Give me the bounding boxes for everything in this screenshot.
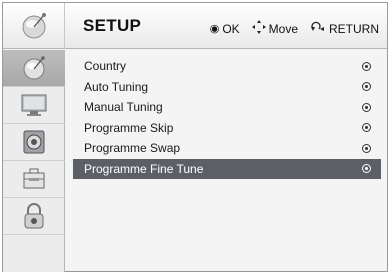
hint-return: RETURN [310, 21, 379, 36]
menu-item-auto-tuning[interactable]: Auto Tuning [73, 77, 381, 98]
satellite-dish-icon [22, 13, 46, 39]
menu-item-programme-skip[interactable]: Programme Skip [73, 118, 381, 139]
hint-return-label: RETURN [329, 21, 379, 36]
menu-item-label: Auto Tuning [84, 79, 149, 94]
hint-move-label: Move [268, 21, 298, 36]
menu-item-country[interactable]: Country [73, 56, 381, 77]
sidebar-item-lock[interactable] [3, 198, 65, 235]
sidebar-item-setup[interactable] [3, 50, 65, 87]
move-arrows-icon [251, 20, 266, 37]
hint-move: Move [251, 20, 298, 37]
lock-icon [24, 203, 44, 229]
tv-monitor-icon [21, 94, 47, 116]
menu-item-programme-swap[interactable]: Programme Swap [73, 138, 381, 159]
enter-marker-icon [362, 102, 371, 112]
ok-button-icon: ◉ [209, 23, 220, 35]
sidebar-item-time[interactable] [3, 161, 65, 198]
satellite-dish-icon [23, 56, 45, 80]
menu-item-label: Programme Swap [84, 141, 181, 156]
enter-marker-icon [362, 61, 371, 71]
setup-window: SETUP ◉ OK Move RETURN Country Auto Tuni… [2, 2, 388, 272]
key-hints: ◉ OK Move RETURN [198, 20, 379, 37]
enter-marker-icon [362, 164, 371, 174]
menu-item-label: Country [84, 59, 127, 74]
sidebar-item-picture[interactable] [3, 87, 65, 124]
menu-item-programme-fine-tune[interactable]: Programme Fine Tune [73, 158, 381, 179]
sidebar-item-audio[interactable] [3, 124, 65, 161]
hint-ok-label: OK [222, 21, 240, 36]
menu-item-manual-tuning[interactable]: Manual Tuning [73, 97, 381, 118]
menu-item-label: Programme Fine Tune [84, 161, 204, 176]
menu-item-label: Programme Skip [84, 120, 174, 135]
menu-item-label: Manual Tuning [84, 100, 163, 115]
header-icon-cell [3, 3, 65, 49]
speaker-icon [23, 130, 45, 154]
setup-menu-list: Country Auto Tuning Manual Tuning Progra… [73, 56, 381, 179]
header-bar: SETUP ◉ OK Move RETURN [3, 3, 387, 49]
return-icon [310, 21, 326, 36]
enter-marker-icon [362, 82, 371, 92]
toolbox-icon [23, 168, 45, 189]
category-sidebar [3, 50, 65, 272]
enter-marker-icon [362, 123, 371, 133]
page-title: SETUP [83, 16, 142, 35]
enter-marker-icon [362, 143, 371, 153]
hint-ok: ◉ OK [210, 22, 240, 36]
